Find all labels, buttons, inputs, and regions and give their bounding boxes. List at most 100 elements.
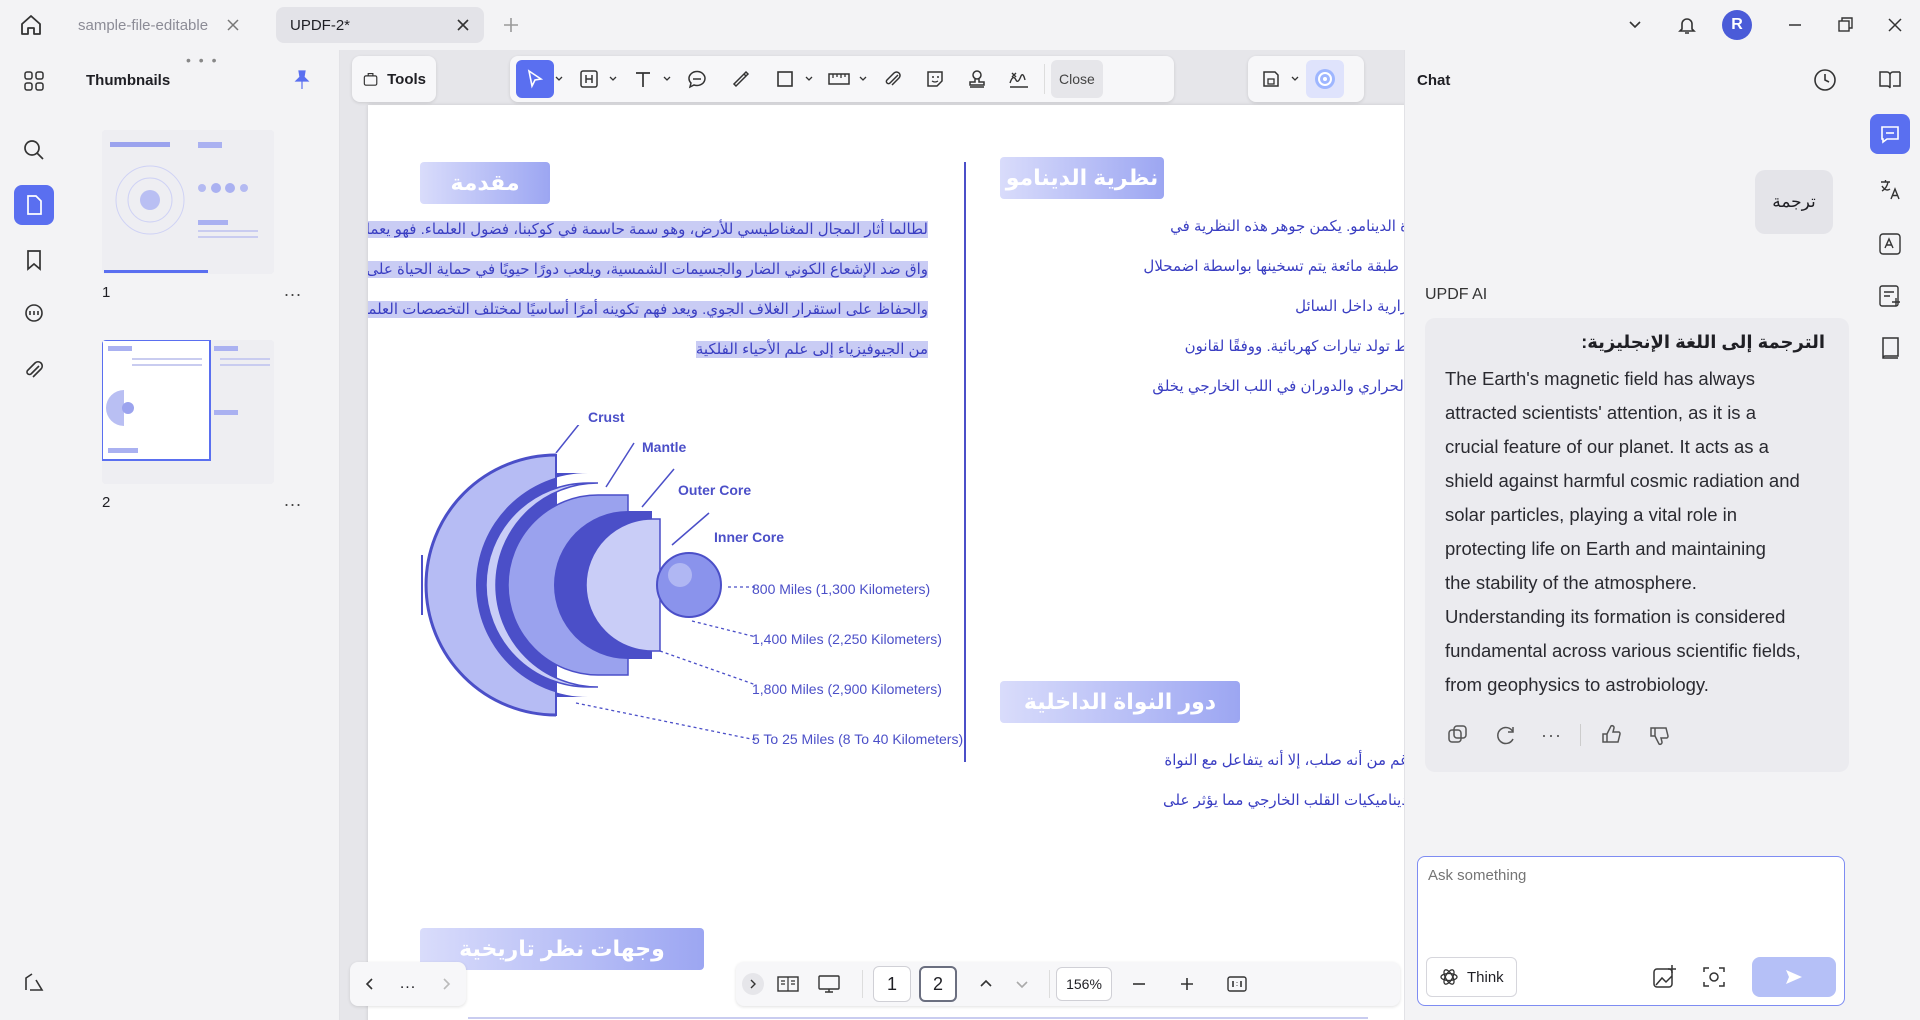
- zoom-out-icon[interactable]: [1130, 975, 1148, 993]
- attachment-icon[interactable]: [14, 350, 54, 390]
- page-layout-icon[interactable]: [776, 973, 800, 995]
- column-divider: [964, 162, 966, 762]
- chevron-left-icon[interactable]: [361, 975, 379, 993]
- chevron-down-icon[interactable]: [608, 60, 618, 98]
- chevron-down-icon[interactable]: [858, 60, 868, 98]
- user-message-bubble[interactable]: ترجمة: [1755, 170, 1833, 234]
- search-icon[interactable]: [14, 130, 54, 170]
- pin-icon[interactable]: [290, 68, 314, 92]
- drag-handle[interactable]: • • •: [186, 52, 218, 68]
- chevron-down-icon[interactable]: [662, 60, 672, 98]
- page-button-2[interactable]: 2: [919, 966, 957, 1002]
- pen-icon[interactable]: [722, 60, 760, 98]
- more-icon[interactable]: ...: [400, 975, 416, 993]
- page-thumbnail-2[interactable]: [102, 340, 274, 484]
- comment-icon[interactable]: [678, 60, 716, 98]
- thumbs-up-icon[interactable]: [1599, 722, 1625, 748]
- response-heading: الترجمة إلى اللغة الإنجليزية:: [1581, 332, 1825, 352]
- text-recognition-icon[interactable]: [1870, 224, 1910, 264]
- text-line[interactable]: رارية داخل السائل: [1295, 297, 1404, 315]
- more-icon[interactable]: ···: [1541, 725, 1562, 746]
- sticker-icon[interactable]: [916, 60, 954, 98]
- divider: [862, 970, 863, 998]
- text-line[interactable]: الحراري والدوران في اللب الخارجي يخلق: [1152, 377, 1404, 395]
- text-line[interactable]: ، طبقة مائعة يتم تسخينها بواسطة اضمحلال: [1143, 257, 1404, 275]
- section-heading-dynamo[interactable]: نظرية الدينامو: [1000, 157, 1164, 199]
- rectangle-icon[interactable]: [766, 60, 804, 98]
- ai-chat-icon[interactable]: [1870, 114, 1910, 154]
- layer-label: Crust: [588, 409, 625, 425]
- text-line[interactable]: واق ضد الإشعاع الكوني الضار والجسيمات ال…: [368, 260, 928, 278]
- ruler-icon[interactable]: [820, 60, 858, 98]
- avatar[interactable]: R: [1722, 10, 1752, 40]
- text-box-icon[interactable]: [570, 60, 608, 98]
- close-button[interactable]: Close: [1051, 60, 1103, 98]
- text-line[interactable]: لطالما أثار المجال المغناطيسي للأرض، وهو…: [368, 220, 928, 238]
- bell-icon[interactable]: [1674, 12, 1700, 38]
- grid-apps-icon[interactable]: [14, 61, 54, 101]
- restore-icon[interactable]: [1832, 12, 1858, 38]
- attachment-icon[interactable]: [874, 60, 912, 98]
- text-line[interactable]: ة الدينامو. يكمن جوهر هذه النظرية في: [1170, 217, 1404, 235]
- chevron-down-icon[interactable]: [804, 60, 814, 98]
- close-tab-icon[interactable]: [454, 16, 472, 34]
- comment-list-icon[interactable]: [14, 294, 54, 334]
- text-line[interactable]: من الجيوفيزياء إلى علم الأحياء الفلكية: [695, 340, 928, 358]
- chevron-down-icon[interactable]: [1013, 975, 1031, 993]
- home-icon[interactable]: [18, 12, 50, 38]
- form-fill-icon[interactable]: [1870, 276, 1910, 316]
- text-line[interactable]: ط تولد تيارات كهربائية. ووفقًا لقانون: [1185, 337, 1404, 355]
- chevron-down-icon[interactable]: [1622, 12, 1648, 38]
- response-text: The Earth's magnetic field has always at…: [1445, 368, 1801, 695]
- signature-icon[interactable]: [1000, 60, 1038, 98]
- add-image-icon[interactable]: [1650, 963, 1678, 991]
- section-heading-inner-core[interactable]: دور النواة الداخلية: [1000, 681, 1240, 723]
- tab-updf-2[interactable]: UPDF-2*: [276, 7, 484, 43]
- close-window-icon[interactable]: [1882, 12, 1908, 38]
- updf-ai-icon[interactable]: [1306, 60, 1344, 98]
- send-button[interactable]: [1752, 957, 1836, 997]
- actual-size-icon[interactable]: [1226, 974, 1248, 994]
- chevron-down-icon[interactable]: [554, 60, 564, 98]
- thumbnails-icon[interactable]: [14, 185, 54, 225]
- zoom-level-field[interactable]: 156%: [1056, 967, 1112, 1001]
- text-icon[interactable]: [624, 60, 662, 98]
- thumbnails-panel: • • • Thumbnails 1 ... 2 ...: [68, 50, 340, 1020]
- assistant-response-card: الترجمة إلى اللغة الإنجليزية: The Earth'…: [1425, 318, 1849, 772]
- chevron-up-icon[interactable]: [977, 975, 995, 993]
- bookmark-icon[interactable]: [14, 240, 54, 280]
- history-icon[interactable]: [1811, 66, 1839, 94]
- reader-panel-icon[interactable]: [1870, 60, 1910, 100]
- text-line[interactable]: غم من أنه صلب، إلا أنه يتفاعل مع النواة: [1164, 751, 1404, 769]
- tab-sample-file-editable[interactable]: sample-file-editable: [64, 7, 254, 43]
- section-heading-intro[interactable]: مقدمة: [420, 162, 550, 204]
- save-icon[interactable]: [1252, 60, 1290, 98]
- page-thumbnail-1[interactable]: [102, 130, 274, 274]
- screenshot-icon[interactable]: [1700, 963, 1728, 991]
- new-tab-icon[interactable]: [500, 14, 522, 36]
- stamp-icon[interactable]: [958, 60, 996, 98]
- regenerate-icon[interactable]: [1493, 722, 1519, 748]
- copy-icon[interactable]: [1445, 722, 1471, 748]
- text-line[interactable]: والحفاظ على استقرار الغلاف الجوي. ويعد ف…: [368, 300, 928, 318]
- close-tab-icon[interactable]: [224, 16, 242, 34]
- chevron-down-icon[interactable]: [1290, 60, 1300, 98]
- think-button[interactable]: Think: [1426, 957, 1517, 997]
- layers-icon[interactable]: [14, 962, 54, 1002]
- text-line[interactable]: ديناميكيات القلب الخارجي مما يؤثر على: [1163, 791, 1404, 809]
- presentation-icon[interactable]: [816, 973, 842, 995]
- tools-button[interactable]: Tools: [352, 56, 436, 102]
- page-button-1[interactable]: 1: [873, 966, 911, 1002]
- more-options-icon[interactable]: ...: [284, 490, 302, 511]
- select-cursor-icon[interactable]: [516, 60, 554, 98]
- chevron-right-icon[interactable]: [437, 975, 455, 993]
- minimize-icon[interactable]: [1782, 12, 1808, 38]
- zoom-in-icon[interactable]: [1178, 975, 1196, 993]
- page-number: 2: [102, 494, 111, 511]
- book-icon[interactable]: [1870, 328, 1910, 368]
- translate-icon[interactable]: [1870, 170, 1910, 210]
- more-options-icon[interactable]: ...: [284, 280, 302, 301]
- chat-input[interactable]: [1428, 867, 1832, 937]
- thumbs-down-icon[interactable]: [1647, 722, 1673, 748]
- chevron-right-circle-icon[interactable]: [742, 973, 764, 995]
